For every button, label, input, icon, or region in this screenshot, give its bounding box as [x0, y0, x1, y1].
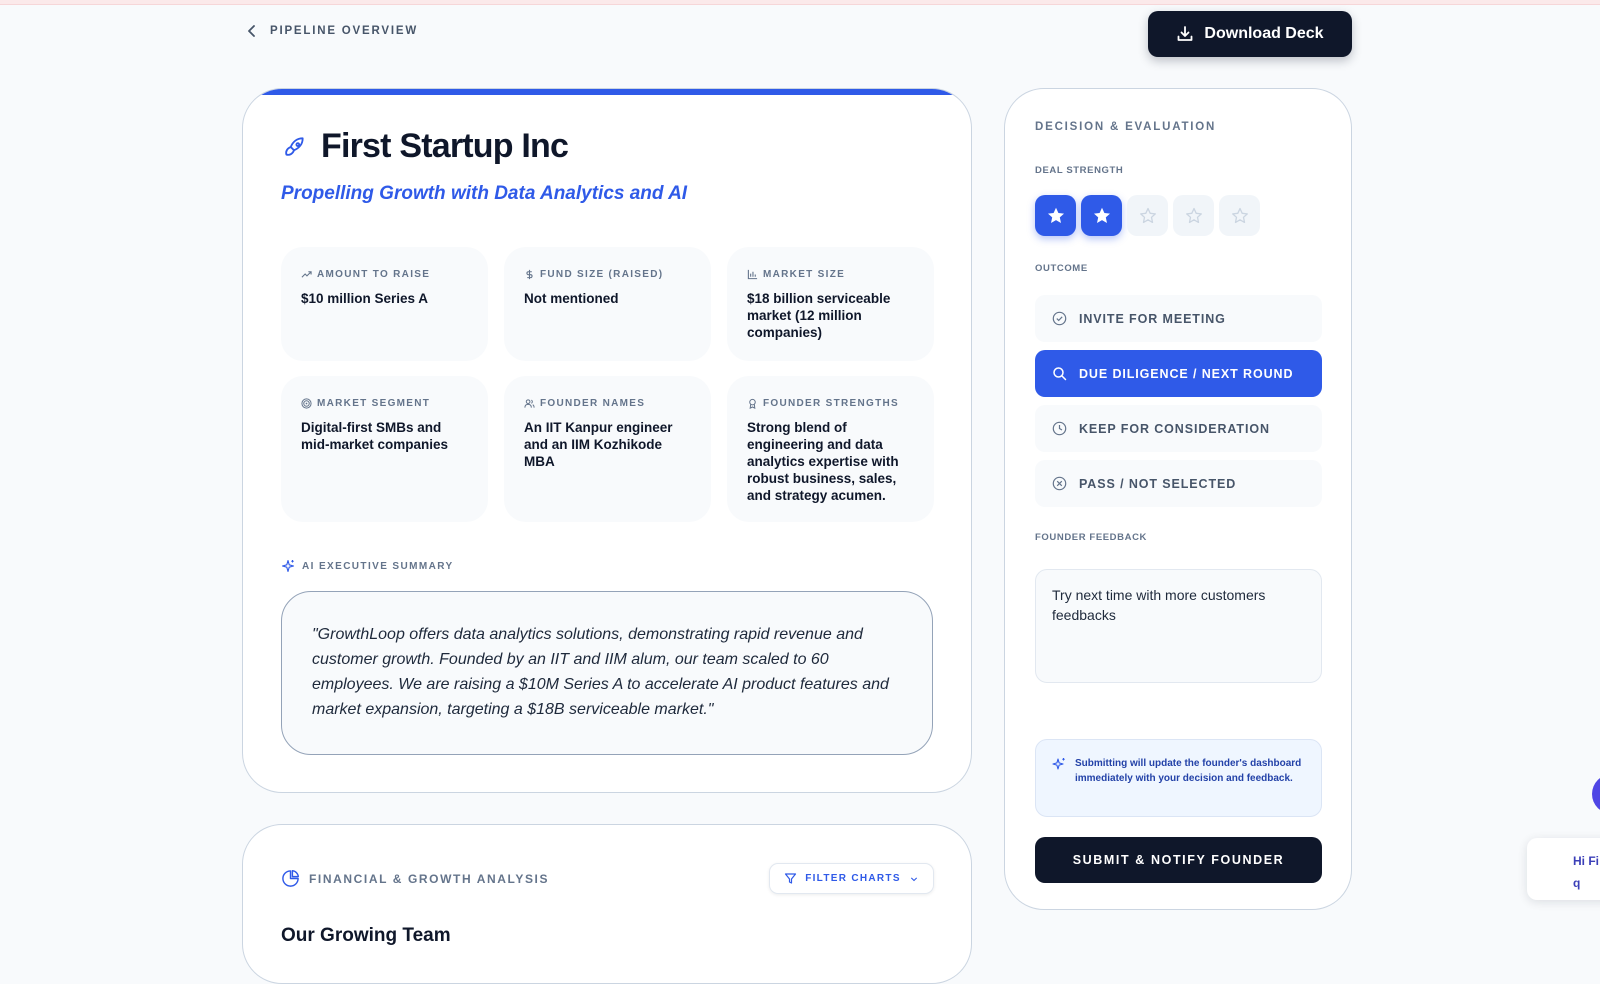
chevron-down-icon — [910, 876, 917, 881]
award-icon — [749, 398, 756, 409]
sparkles-icon — [281, 559, 295, 573]
ai-summary-text: "GrowthLoop offers data analytics soluti… — [312, 626, 889, 718]
metric-card: FOUNDER NAMES An IIT Kanpur engineer and… — [504, 376, 711, 522]
chevron-left-icon — [248, 25, 255, 37]
download-icon — [1178, 26, 1193, 41]
title-row: First Startup Inc — [281, 127, 569, 166]
deal-strength-label: DEAL STRENGTH — [1035, 165, 1124, 176]
metric-value: $10 million Series A — [301, 291, 429, 306]
outcome-label-text: INVITE FOR MEETING — [1079, 311, 1226, 326]
star-icon — [1047, 207, 1064, 223]
metric-card: MARKET SEGMENT Digital-first SMBs and mi… — [281, 376, 488, 522]
star-button-5[interactable] — [1219, 195, 1260, 236]
star-outline-icon — [1139, 207, 1156, 223]
decision-panel: DECISION & EVALUATION DEAL STRENGTH OUTC… — [1004, 88, 1352, 910]
outcome-due-diligence[interactable]: DUE DILIGENCE / NEXT ROUND — [1035, 350, 1322, 397]
founder-feedback-input[interactable]: Try next time with more customers feedba… — [1035, 569, 1322, 683]
metric-label-row: AMOUNT TO RAISE — [301, 269, 468, 280]
ai-summary-box: "GrowthLoop offers data analytics soluti… — [281, 591, 933, 755]
startup-name: First Startup Inc — [321, 127, 569, 165]
star-outline-icon — [1185, 207, 1202, 223]
metric-label-row: FOUNDER STRENGTHS — [747, 398, 914, 409]
filter-charts-label: FILTER CHARTS — [805, 873, 901, 884]
metrics-grid: AMOUNT TO RAISE $10 million Series A FUN… — [281, 247, 934, 522]
dollar-icon — [526, 269, 533, 280]
financial-analysis-label: FINANCIAL & GROWTH ANALYSIS — [281, 869, 549, 888]
ai-summary-label: AI EXECUTIVE SUMMARY — [281, 559, 454, 573]
metric-label-row: FUND SIZE (RAISED) — [524, 269, 691, 280]
pie-chart-icon — [282, 869, 300, 887]
chat-greeting-bubble[interactable]: Hi Fi q — [1527, 838, 1600, 900]
metric-label: FOUNDER NAMES — [540, 398, 646, 409]
financial-analysis-card: FINANCIAL & GROWTH ANALYSIS FILTER CHART… — [242, 824, 972, 984]
sparkles-icon — [1052, 758, 1065, 770]
financial-analysis-label-text: FINANCIAL & GROWTH ANALYSIS — [309, 871, 550, 886]
bar-chart-icon — [747, 269, 758, 280]
star-icon — [1093, 207, 1110, 223]
chat-greeting-line-1: Hi Fi — [1573, 854, 1599, 868]
metric-label: MARKET SEGMENT — [317, 398, 431, 409]
metric-label: AMOUNT TO RAISE — [317, 269, 431, 280]
download-deck-button[interactable]: Download Deck — [1148, 11, 1352, 57]
star-button-2[interactable] — [1081, 195, 1122, 236]
filter-charts-button[interactable]: FILTER CHARTS — [769, 863, 934, 894]
outcome-invite-for-meeting[interactable]: INVITE FOR MEETING — [1035, 295, 1322, 342]
chat-launcher-button[interactable] — [1592, 774, 1600, 814]
metric-value: An IIT Kanpur engineer and an IIM Kozhik… — [524, 420, 673, 469]
deal-strength-rating — [1035, 195, 1260, 236]
startup-overview-card: First Startup Inc Propelling Growth with… — [242, 88, 972, 793]
ai-summary-label-text: AI EXECUTIVE SUMMARY — [302, 560, 454, 572]
metric-value: Digital-first SMBs and mid-market compan… — [301, 420, 449, 452]
metric-value: Strong blend of engineering and data ana… — [747, 420, 899, 503]
outcome-label-text: PASS / NOT SELECTED — [1079, 476, 1237, 491]
metric-card: AMOUNT TO RAISE $10 million Series A — [281, 247, 488, 361]
metric-card: FOUNDER STRENGTHS Strong blend of engine… — [727, 376, 934, 522]
metric-label-row: MARKET SEGMENT — [301, 398, 468, 409]
outcome-label-text: KEEP FOR CONSIDERATION — [1079, 421, 1270, 436]
metric-card: MARKET SIZE $18 billion serviceable mark… — [727, 247, 934, 361]
metric-label-row: MARKET SIZE — [747, 269, 914, 280]
metric-label-row: FOUNDER NAMES — [524, 398, 691, 409]
trending-up-icon — [301, 271, 312, 278]
outcome-options: INVITE FOR MEETING DUE DILIGENCE / NEXT … — [1035, 295, 1322, 507]
check-circle-icon — [1052, 311, 1067, 326]
chat-greeting-line-2: q — [1573, 876, 1581, 890]
rocket-icon — [285, 136, 304, 156]
section-heading: Our Growing Team — [281, 925, 451, 946]
outcome-label-text: DUE DILIGENCE / NEXT ROUND — [1079, 366, 1294, 381]
panel-title: DECISION & EVALUATION — [1035, 121, 1217, 133]
metric-card: FUND SIZE (RAISED) Not mentioned — [504, 247, 711, 361]
metric-label: FUND SIZE (RAISED) — [540, 269, 664, 280]
star-button-1[interactable] — [1035, 195, 1076, 236]
users-icon — [524, 399, 535, 408]
submit-notify-founder-button[interactable]: SUBMIT & NOTIFY FOUNDER — [1035, 837, 1322, 883]
metric-value: $18 billion serviceable market (12 milli… — [747, 291, 891, 340]
outcome-keep-for-consideration[interactable]: KEEP FOR CONSIDERATION — [1035, 405, 1322, 452]
founder-feedback-label: FOUNDER FEEDBACK — [1035, 532, 1147, 543]
star-button-3[interactable] — [1127, 195, 1168, 236]
filter-icon — [785, 873, 797, 884]
star-button-4[interactable] — [1173, 195, 1214, 236]
page: PIPELINE OVERVIEW Download Deck First St… — [0, 0, 1600, 984]
star-outline-icon — [1231, 207, 1248, 223]
submit-notice: Submitting will update the founder's das… — [1035, 739, 1322, 817]
metric-label: FOUNDER STRENGTHS — [763, 398, 899, 409]
clock-icon — [1052, 421, 1067, 436]
search-icon — [1053, 367, 1067, 381]
download-deck-label: Download Deck — [1204, 25, 1324, 42]
outcome-pass-not-selected[interactable]: PASS / NOT SELECTED — [1035, 460, 1322, 507]
metric-value: Not mentioned — [524, 291, 619, 306]
card-accent-bar — [243, 89, 971, 95]
submit-notice-text: Submitting will update the founder's das… — [1075, 758, 1302, 784]
outcome-label: OUTCOME — [1035, 263, 1088, 274]
back-link[interactable]: PIPELINE OVERVIEW — [246, 24, 418, 38]
metric-label: MARKET SIZE — [763, 269, 846, 280]
back-link-label: PIPELINE OVERVIEW — [270, 25, 418, 37]
startup-tagline: Propelling Growth with Data Analytics an… — [281, 183, 688, 204]
target-icon — [301, 398, 312, 409]
x-circle-icon — [1052, 476, 1067, 491]
